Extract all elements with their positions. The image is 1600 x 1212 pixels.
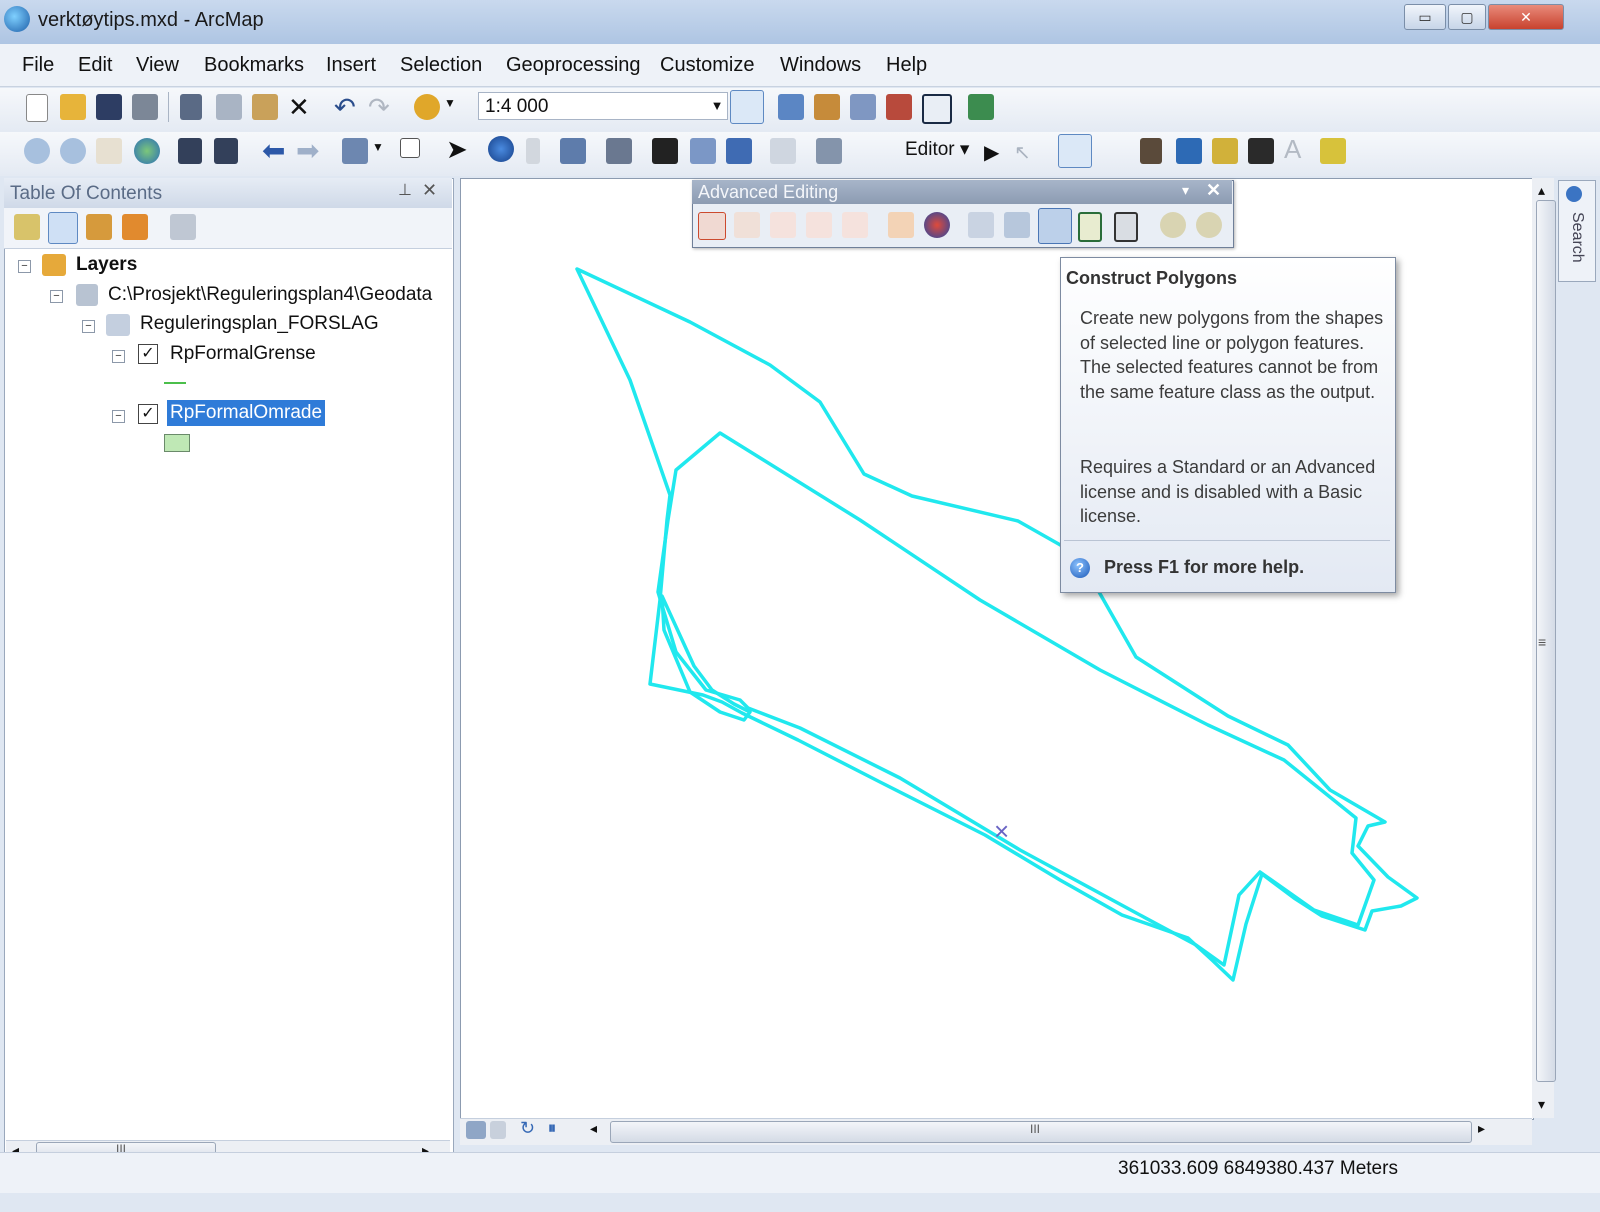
map-horizontal-scroll-thumb[interactable]: [610, 1121, 1472, 1143]
coordinate-readout: 361033.609 6849380.437 Meters: [1118, 1158, 1398, 1179]
map-scroll-right-icon[interactable]: ▸: [1478, 1120, 1485, 1137]
search-tab-icon: [1566, 186, 1582, 202]
line-intersection-icon[interactable]: [842, 212, 868, 238]
search-tab-label: Search: [1569, 212, 1586, 263]
replace-geometry-icon[interactable]: [1004, 212, 1030, 238]
tooltip-license-note: Requires a Standard or an Advanced licen…: [1080, 457, 1376, 526]
layout-view-icon[interactable]: [490, 1121, 506, 1139]
generalize-icon[interactable]: [1160, 212, 1186, 238]
trim-icon[interactable]: [806, 212, 832, 238]
planarize-lines-icon[interactable]: [1114, 212, 1138, 242]
construct-polygons-icon[interactable]: [1038, 208, 1072, 244]
advanced-editing-close-icon[interactable]: ✕: [1206, 180, 1221, 201]
fillet-icon[interactable]: [734, 212, 760, 238]
split-polygons-icon[interactable]: [1078, 212, 1102, 242]
map-horizontal-scroll-grip: III: [1030, 1122, 1041, 1136]
advanced-editing-title: Advanced Editing: [698, 182, 839, 202]
map-scroll-down-icon[interactable]: ▾: [1538, 1096, 1545, 1113]
help-icon: ?: [1070, 558, 1090, 578]
tooltip-description: Create new polygons from the shapes of s…: [1080, 308, 1384, 402]
data-view-icon[interactable]: [466, 1121, 486, 1139]
map-scroll-up-icon[interactable]: ▴: [1538, 182, 1545, 199]
tooltip-help-text: Press F1 for more help.: [1104, 557, 1305, 577]
extend-icon[interactable]: [770, 212, 796, 238]
refresh-icon[interactable]: ↻: [520, 1118, 535, 1139]
construct-geodetic-icon[interactable]: [924, 212, 950, 238]
copy-features-icon[interactable]: [698, 212, 726, 240]
map-cursor-icon: ×: [994, 816, 1010, 846]
map-vertical-scroll-grip: ≡: [1538, 634, 1547, 650]
tooltip-divider: [1064, 540, 1390, 541]
smooth-icon[interactable]: [1196, 212, 1222, 238]
map-scroll-left-icon[interactable]: ◂: [590, 1120, 597, 1137]
align-to-shape-icon[interactable]: [968, 212, 994, 238]
tooltip-title: Construct Polygons: [1066, 268, 1238, 288]
sliver-polygon-outline: [660, 594, 752, 722]
advanced-editing-options-icon[interactable]: ▾: [1182, 182, 1189, 199]
pause-drawing-icon[interactable]: ⏸: [548, 1120, 556, 1138]
explode-multipart-icon[interactable]: [888, 212, 914, 238]
